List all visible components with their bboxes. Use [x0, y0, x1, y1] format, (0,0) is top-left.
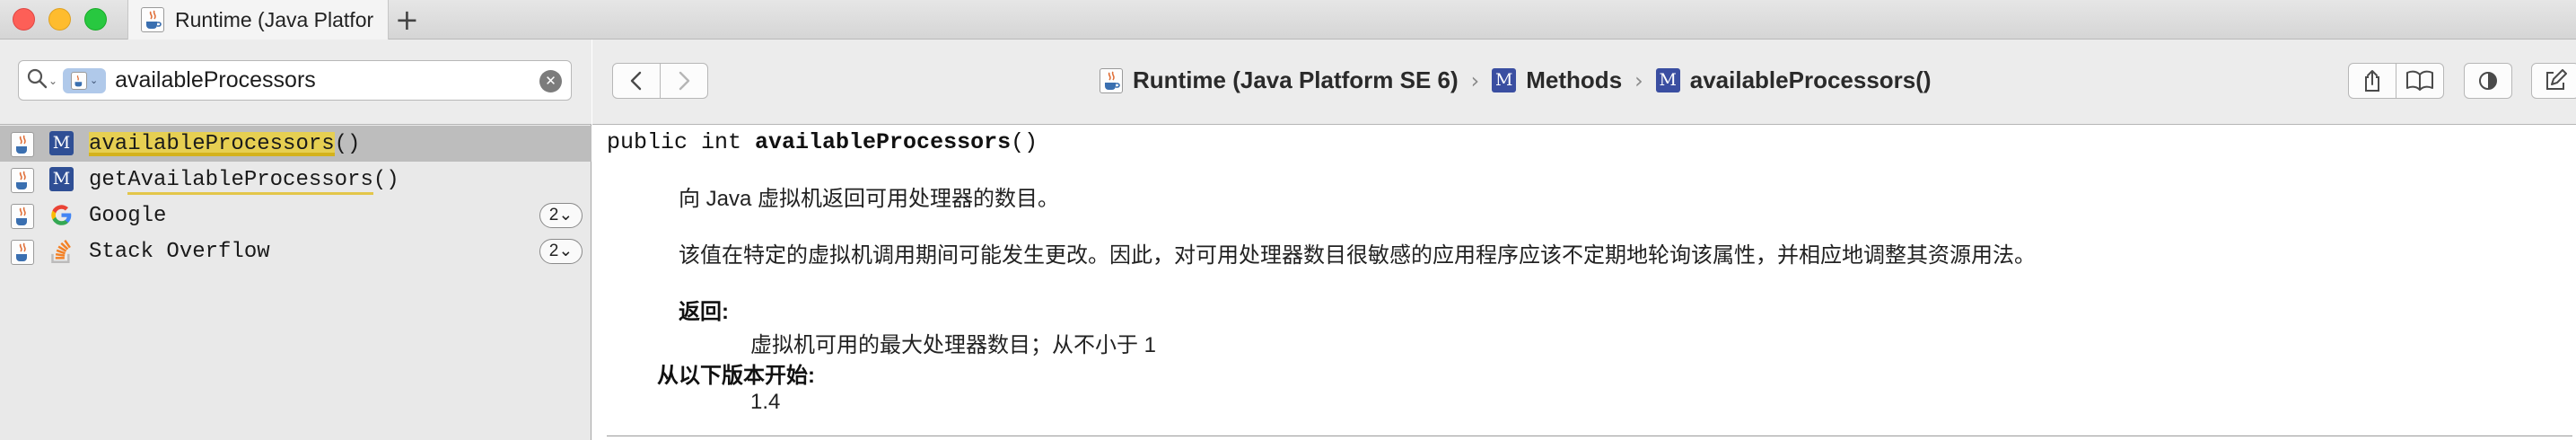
- doc-content: public int availableProcessors() 向 Java …: [592, 126, 2576, 440]
- stackoverflow-icon: [49, 238, 74, 268]
- result-item-getavailableprocessors[interactable]: M getAvailableProcessors(): [0, 162, 591, 198]
- doc-description-2: 该值在特定的虚拟机调用期间可能发生更改。因此，对可用处理器数目很敏感的应用程序应…: [679, 243, 2036, 268]
- returns-label: 返回:: [679, 300, 729, 324]
- title-bar: Runtime (Java Platfor +: [0, 0, 2576, 40]
- since-label: 从以下版本开始:: [657, 364, 815, 388]
- breadcrumb-item-availableprocessors[interactable]: availableProcessors(): [1690, 66, 1932, 94]
- method-m-icon: M: [49, 167, 74, 191]
- edit-icon: [2546, 69, 2567, 90]
- result-label: Google: [89, 204, 167, 228]
- toolbar: Runtime (Java Platform SE 6) › M Methods…: [592, 40, 2576, 125]
- share-icon: [2365, 70, 2379, 92]
- close-window-button[interactable]: [13, 8, 35, 31]
- java-coffee-icon: [1100, 67, 1123, 93]
- results-list: M availableProcessors() M getAvailablePr…: [0, 126, 591, 269]
- search-bar: ⌄ ⌄ ✕: [0, 40, 591, 125]
- breadcrumb-item-runtime[interactable]: Runtime (Java Platform SE 6): [1133, 66, 1459, 94]
- breadcrumb-item-methods[interactable]: Methods: [1526, 66, 1622, 94]
- breadcrumb: Runtime (Java Platform SE 6) › M Methods…: [1100, 66, 1932, 94]
- result-item-google[interactable]: Google 2⌄: [0, 198, 591, 233]
- new-tab-button[interactable]: +: [395, 4, 419, 36]
- method-m-icon: M: [1492, 68, 1517, 92]
- search-input[interactable]: [115, 67, 511, 93]
- annotate-button[interactable]: [2531, 63, 2576, 99]
- tab-label: Runtime (Java Platfor: [175, 7, 374, 31]
- result-label: availableProcessors(): [89, 132, 361, 156]
- java-coffee-icon: [11, 204, 34, 229]
- result-item-stackoverflow[interactable]: Stack Overflow 2⌄: [0, 233, 591, 269]
- chevron-right-icon: [679, 71, 690, 91]
- doc-description-1: 向 Java 虚拟机返回可用处理器的数目。: [679, 187, 1060, 211]
- google-g-icon: [49, 203, 74, 232]
- docset-filter-button[interactable]: ⌄: [63, 67, 107, 93]
- chevron-down-icon: ⌄: [89, 75, 99, 86]
- minimize-window-button[interactable]: [48, 8, 71, 31]
- contrast-icon: [2479, 72, 2497, 90]
- search-icon[interactable]: [26, 67, 48, 93]
- chevron-left-icon: [630, 71, 642, 91]
- java-coffee-icon: [141, 7, 164, 32]
- back-button[interactable]: [612, 63, 661, 99]
- method-m-icon: M: [49, 131, 74, 155]
- breadcrumb-separator: ›: [1470, 67, 1480, 93]
- result-label: getAvailableProcessors(): [89, 168, 399, 195]
- tab-runtime[interactable]: Runtime (Java Platfor: [127, 0, 389, 40]
- search-box[interactable]: ⌄ ⌄ ✕: [18, 60, 572, 101]
- forward-button[interactable]: [660, 63, 708, 99]
- chevron-down-icon[interactable]: ⌄: [48, 75, 57, 87]
- book-icon: [2406, 70, 2433, 91]
- since-value: 1.4: [750, 390, 781, 414]
- clear-search-icon[interactable]: ✕: [539, 70, 562, 92]
- java-coffee-icon: [11, 132, 34, 157]
- result-count-badge[interactable]: 2⌄: [539, 239, 583, 264]
- java-coffee-icon: [11, 240, 34, 265]
- method-signature: public int availableProcessors(): [607, 129, 1038, 155]
- returns-value: 虚拟机可用的最大处理器数目；从不小于 1: [750, 333, 1157, 357]
- method-m-icon: M: [1655, 68, 1680, 92]
- breadcrumb-separator: ›: [1634, 67, 1643, 93]
- result-label: Stack Overflow: [89, 240, 270, 264]
- bookmarks-button[interactable]: [2396, 63, 2444, 99]
- result-count-badge[interactable]: 2⌄: [539, 203, 583, 228]
- sidebar: ⌄ ⌄ ✕ M availableProcessors() M getAvai: [0, 40, 591, 440]
- appearance-toggle-button[interactable]: [2464, 63, 2512, 99]
- java-coffee-icon: [70, 71, 87, 90]
- share-button[interactable]: [2348, 63, 2396, 99]
- zoom-window-button[interactable]: [84, 8, 107, 31]
- result-item-availableprocessors[interactable]: M availableProcessors(): [0, 126, 591, 162]
- java-coffee-icon: [11, 168, 34, 193]
